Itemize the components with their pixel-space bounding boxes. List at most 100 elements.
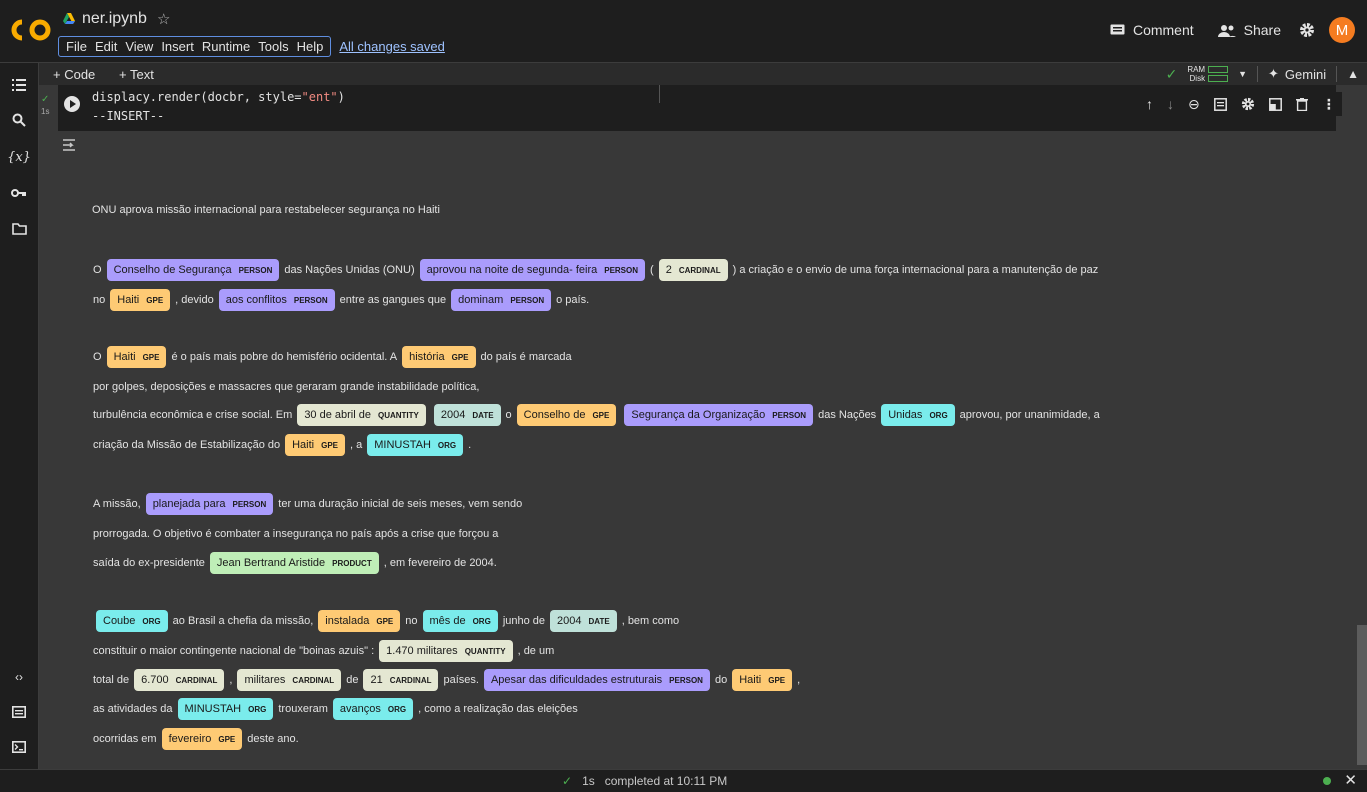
menu-view[interactable]: View <box>121 39 157 54</box>
entity-label: ORG <box>387 704 407 714</box>
run-cell-button[interactable] <box>64 96 80 112</box>
output-text: , <box>797 674 801 686</box>
menu-file[interactable]: File <box>62 39 91 54</box>
entity-mark: aos conflitos PERSON <box>218 289 335 311</box>
menu-tools[interactable]: Tools <box>254 39 292 54</box>
exec-check-icon: ✓ <box>41 94 50 105</box>
add-text-button[interactable]: + Text <box>119 67 154 82</box>
title-row: ner.ipynb ☆ <box>62 8 170 30</box>
entity-mark: militares CARDINAL <box>237 669 342 691</box>
folder-icon[interactable] <box>0 217 38 241</box>
comment-button[interactable]: Comment <box>1110 22 1194 38</box>
left-rail: {x} ‹› <box>0 63 39 769</box>
output-line: constituir o maior contingente nacional … <box>92 639 555 663</box>
entity-label: ORG <box>142 616 161 626</box>
entity-text: Unidas <box>888 409 923 421</box>
menu-edit[interactable]: Edit <box>91 39 121 54</box>
entity-text: história <box>409 351 445 363</box>
ruler-line <box>659 85 660 103</box>
output-icon[interactable] <box>62 138 76 156</box>
output-text: , em fevereiro de 2004. <box>383 557 497 569</box>
drive-icon[interactable] <box>62 12 76 26</box>
entity-mark: aprovou na noite de segunda- feira PERSON <box>419 259 646 281</box>
entity-mark: Haiti GPE <box>110 289 171 311</box>
arrow-down-icon[interactable]: ↓ <box>1167 96 1174 112</box>
gear-icon[interactable] <box>1299 22 1315 38</box>
add-code-button[interactable]: + Code <box>53 67 95 82</box>
more-icon[interactable]: ⋮ <box>1322 96 1336 113</box>
terminal-icon[interactable] <box>0 735 38 759</box>
comment-cell-icon[interactable] <box>1213 97 1227 111</box>
menu-insert[interactable]: Insert <box>157 39 198 54</box>
entity-mark: Jean Bertrand Aristide PRODUCT <box>209 552 379 574</box>
close-icon[interactable]: ✕ <box>1344 771 1357 789</box>
code-line-1-prefix: displacy.render(docbr, style= <box>92 90 302 104</box>
entity-mark: fevereiro GPE <box>161 728 243 750</box>
search-icon[interactable] <box>0 108 38 132</box>
ram-disk-indicator[interactable]: RAM Disk <box>1187 65 1229 83</box>
notebook-title[interactable]: ner.ipynb <box>82 10 147 28</box>
vim-mode-indicator: --INSERT-- <box>92 109 165 123</box>
output-text: por golpes, deposições e massacres que g… <box>93 381 480 393</box>
entity-label: GPE <box>376 616 394 626</box>
output-line: O Conselho de Segurança PERSON das Nações U… <box>92 258 1099 282</box>
runtime-dropdown-icon[interactable]: ▼ <box>1238 69 1247 79</box>
entity-text: Coube <box>103 615 136 627</box>
colab-logo-icon[interactable] <box>10 18 52 42</box>
mirror-icon[interactable] <box>1268 97 1282 111</box>
entity-mark: Haiti GPE <box>285 434 346 456</box>
star-icon[interactable]: ☆ <box>157 10 170 28</box>
output-text: , bem como <box>621 615 680 627</box>
command-palette-icon[interactable] <box>0 700 38 724</box>
connected-check-icon: ✓ <box>1165 65 1178 82</box>
entity-text: Haiti <box>117 294 140 306</box>
link-icon[interactable]: ⊖ <box>1188 96 1200 113</box>
output-title: ONU aprova missão internacional para res… <box>92 204 440 216</box>
output-text: países. <box>443 674 479 686</box>
menu-group: File Edit View Insert Runtime Tools Help <box>58 35 332 57</box>
avatar[interactable]: M <box>1329 17 1355 43</box>
output-text: é o país mais pobre do hemisfério ociden… <box>171 351 398 363</box>
output-text: , como a realização das eleições <box>418 703 578 715</box>
execution-status[interactable]: ✓ 1s completed at 10:11 PM <box>562 774 727 788</box>
output-text: no <box>405 615 418 627</box>
code-snippets-icon[interactable]: ‹› <box>0 665 38 689</box>
share-button[interactable]: Share <box>1217 22 1281 38</box>
entity-label: DATE <box>472 410 494 420</box>
code-editor[interactable]: displacy.render(docbr, style="ent") --IN… <box>92 88 345 126</box>
output-line: no Haiti GPE , devido aos conflitos PERSON ent… <box>92 288 590 312</box>
output-text: o <box>505 409 512 421</box>
ram-label: RAM <box>1187 65 1206 74</box>
toc-icon[interactable] <box>0 73 38 97</box>
output-line: turbulência econômica e crise social. Em… <box>92 403 1101 427</box>
save-status-link[interactable]: All changes saved <box>339 39 445 54</box>
menu-help[interactable]: Help <box>293 39 328 54</box>
connection-status-icon <box>1323 777 1331 785</box>
entity-mark: Apesar das dificuldades estruturais PERSO… <box>483 669 710 691</box>
code-line-1-string: "ent" <box>301 90 338 104</box>
entity-mark: 6.700 CARDINAL <box>134 669 225 691</box>
output-line: criação da Missão de Estabilização do Hai… <box>92 433 472 457</box>
entity-label: PERSON <box>772 410 807 420</box>
cell-settings-icon[interactable] <box>1241 97 1255 111</box>
output-text: ao Brasil a chefia da missão, <box>172 615 314 627</box>
entity-text: dominam <box>458 294 504 306</box>
entity-text: Segurança da Organização <box>631 409 766 421</box>
entity-text: Haiti <box>292 439 315 451</box>
key-icon[interactable] <box>0 181 38 205</box>
output-line: Coube ORG ao Brasil a chefia da missão, ins… <box>92 609 680 633</box>
scrollbar-thumb[interactable] <box>1357 625 1367 765</box>
gemini-button[interactable]: ✦ Gemini <box>1257 66 1338 82</box>
chevron-up-icon[interactable]: ▲ <box>1347 67 1359 81</box>
entity-mark: 2 CARDINAL <box>658 259 728 281</box>
variables-icon[interactable]: {x} <box>0 145 38 169</box>
output-text: , devido <box>175 294 214 306</box>
delete-icon[interactable] <box>1295 97 1308 111</box>
arrow-up-icon[interactable]: ↑ <box>1146 96 1153 112</box>
exec-time: 1s <box>41 107 50 116</box>
output-line: saída do ex-presidente Jean Bertrand Aris… <box>92 551 498 575</box>
entity-mark: MINUSTAH ORG <box>177 698 274 720</box>
output-line: total de 6.700 CARDINAL, militares CARDINAL d… <box>92 668 801 692</box>
menu-runtime[interactable]: Runtime <box>198 39 254 54</box>
output-line: ocorridas em fevereiro GPE deste ano. <box>92 727 300 751</box>
